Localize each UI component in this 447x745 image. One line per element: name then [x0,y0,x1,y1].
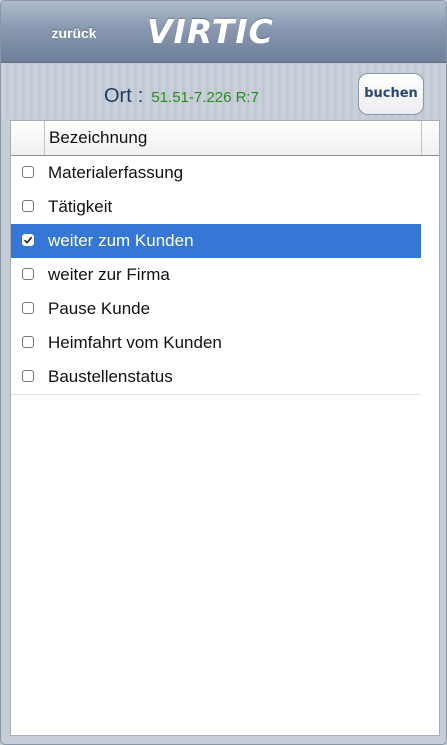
row-label: Tätigkeit [48,197,113,216]
table-row[interactable]: Heimfahrt vom Kunden [11,326,421,361]
row-checkbox[interactable] [22,268,34,280]
location-info: Ort:51.51-7.226 R:7 [104,84,259,108]
activity-table: Bezeichnung Materialerfassung Tätigkeit … [10,120,440,736]
location-bar: Ort:51.51-7.226 R:7 buchen [1,63,446,119]
table-row[interactable]: Baustellenstatus [11,360,421,395]
app-window: zurück VIRTIC Ort:51.51-7.226 R:7 buchen… [0,0,447,745]
back-button[interactable]: zurück [35,19,113,47]
row-checkbox[interactable] [22,234,34,246]
table-header: Bezeichnung [11,121,439,156]
scroll-column-header [421,121,439,155]
row-label: weiter zum Kunden [48,231,194,250]
row-checkbox[interactable] [22,200,34,212]
row-checkbox[interactable] [22,370,34,382]
table-row[interactable]: weiter zur Firma [11,258,421,293]
row-checkbox[interactable] [22,336,34,348]
app-logo: VIRTIC [147,12,274,51]
checkmark-icon [23,236,33,244]
table-row[interactable]: Pause Kunde [11,292,421,327]
location-separator: : [137,85,144,107]
row-label: Pause Kunde [48,299,151,318]
header-bar: zurück VIRTIC [1,1,446,63]
location-label: Ort [104,85,132,107]
table-row[interactable]: Materialerfassung [11,156,421,191]
row-label: Materialerfassung [48,163,184,182]
book-button[interactable]: buchen [358,73,424,115]
row-checkbox[interactable] [22,302,34,314]
row-label: weiter zur Firma [48,265,170,284]
table-row-selected[interactable]: weiter zum Kunden [11,224,421,259]
table-row[interactable]: Tätigkeit [11,190,421,225]
checkbox-column-header [11,121,45,155]
row-checkbox[interactable] [22,166,34,178]
row-label: Baustellenstatus [48,367,173,386]
column-header-bezeichnung[interactable]: Bezeichnung [49,121,147,155]
row-label: Heimfahrt vom Kunden [48,333,222,352]
location-value: 51.51-7.226 R:7 [151,89,259,106]
